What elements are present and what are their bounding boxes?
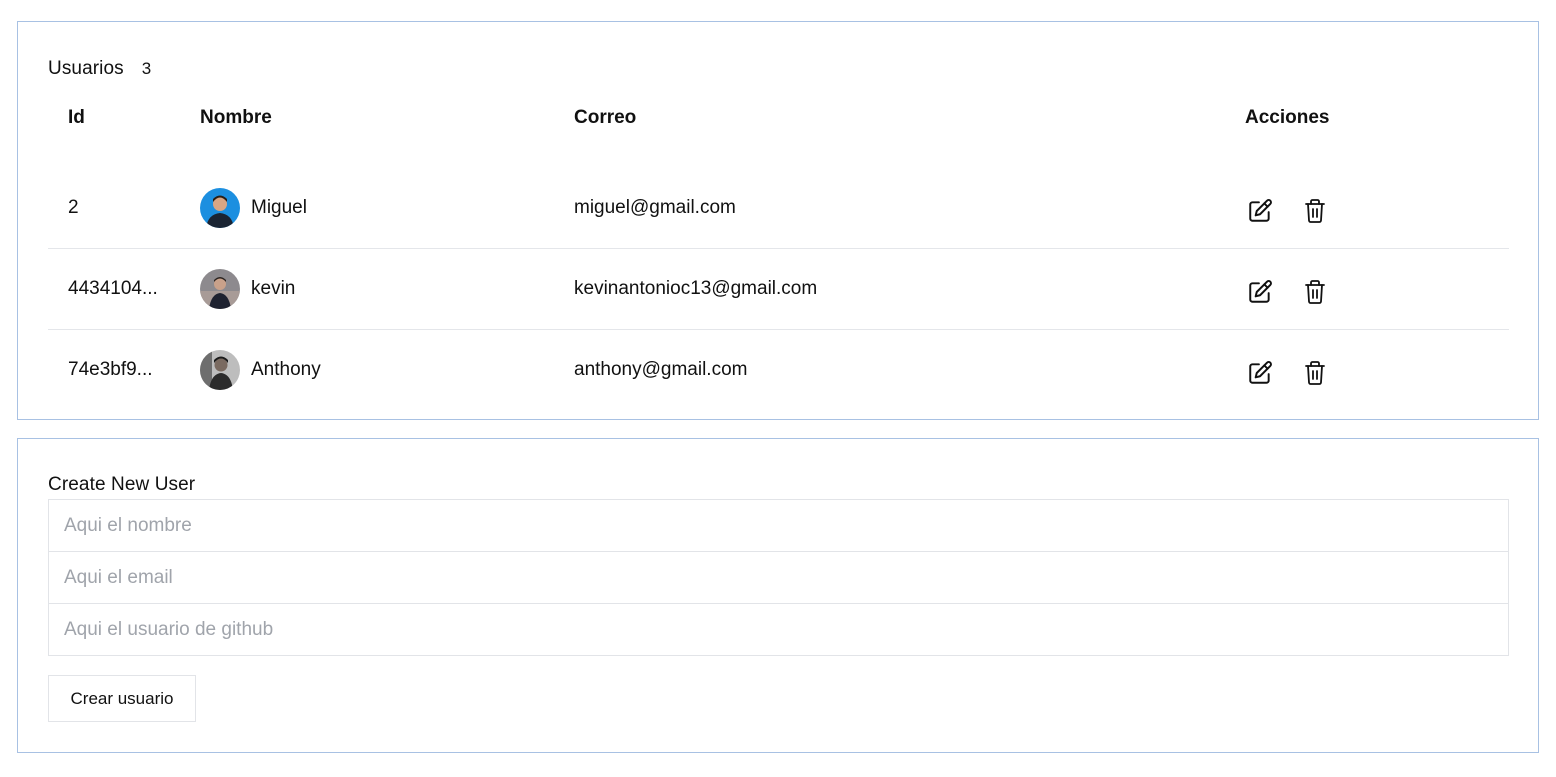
create-user-panel: Create New User Crear usuario — [17, 438, 1539, 753]
create-user-button[interactable]: Crear usuario — [48, 675, 196, 722]
table-row: 4434104... kevin kevinantonioc13@gmail.c… — [48, 248, 1509, 329]
row-actions — [1245, 352, 1509, 388]
users-table: Id Nombre Correo Acciones 2 Miguel migue… — [48, 88, 1509, 410]
users-table-header: Id Nombre Correo Acciones — [48, 88, 1509, 148]
column-header-id: Id — [68, 107, 85, 128]
github-username-input[interactable] — [48, 603, 1509, 656]
user-name: Anthony — [251, 358, 321, 380]
create-user-title: Create New User — [48, 474, 196, 495]
user-name-wrap: Miguel — [200, 187, 574, 228]
user-name-wrap: Anthony — [200, 349, 574, 390]
user-actions-cell — [1245, 248, 1509, 329]
user-actions-cell — [1245, 329, 1509, 410]
trash-icon[interactable] — [1300, 277, 1330, 307]
edit-icon[interactable] — [1245, 358, 1275, 388]
user-name-wrap: kevin — [200, 268, 574, 309]
table-row: 74e3bf9... Anthony anthony@gmail.com — [48, 329, 1509, 410]
user-name: kevin — [251, 277, 296, 299]
users-panel: Usuarios 3 Id Nombre Correo Acciones 2 M… — [17, 21, 1539, 420]
column-header-email: Correo — [574, 107, 637, 128]
user-email-cell: miguel@gmail.com — [574, 196, 736, 218]
user-email-cell: anthony@gmail.com — [574, 358, 748, 380]
user-name: Miguel — [251, 196, 307, 218]
users-title: Usuarios 3 — [48, 58, 151, 80]
edit-icon[interactable] — [1245, 277, 1275, 307]
name-input[interactable] — [48, 499, 1509, 552]
edit-icon[interactable] — [1245, 196, 1275, 226]
user-name-cell: Anthony — [200, 329, 574, 410]
trash-icon[interactable] — [1300, 196, 1330, 226]
table-row: 2 Miguel miguel@gmail.com — [48, 148, 1509, 248]
users-title-label: Usuarios — [48, 58, 124, 79]
row-actions — [1245, 190, 1509, 226]
trash-icon[interactable] — [1300, 358, 1330, 388]
user-id-cell: 2 — [68, 196, 79, 218]
user-name-cell: Miguel — [200, 148, 574, 248]
user-id-cell: 4434104... — [68, 277, 158, 299]
row-actions — [1245, 271, 1509, 307]
column-header-name: Nombre — [200, 107, 272, 128]
users-count-badge: 3 — [141, 59, 152, 78]
user-name-cell: kevin — [200, 248, 574, 329]
user-email-cell: kevinantonioc13@gmail.com — [574, 277, 818, 299]
user-id-cell: 74e3bf9... — [68, 358, 153, 380]
avatar-icon — [200, 349, 240, 390]
avatar-icon — [200, 268, 240, 309]
email-input[interactable] — [48, 551, 1509, 604]
column-header-actions: Acciones — [1245, 107, 1330, 128]
avatar-icon — [200, 187, 240, 228]
user-actions-cell — [1245, 148, 1509, 248]
